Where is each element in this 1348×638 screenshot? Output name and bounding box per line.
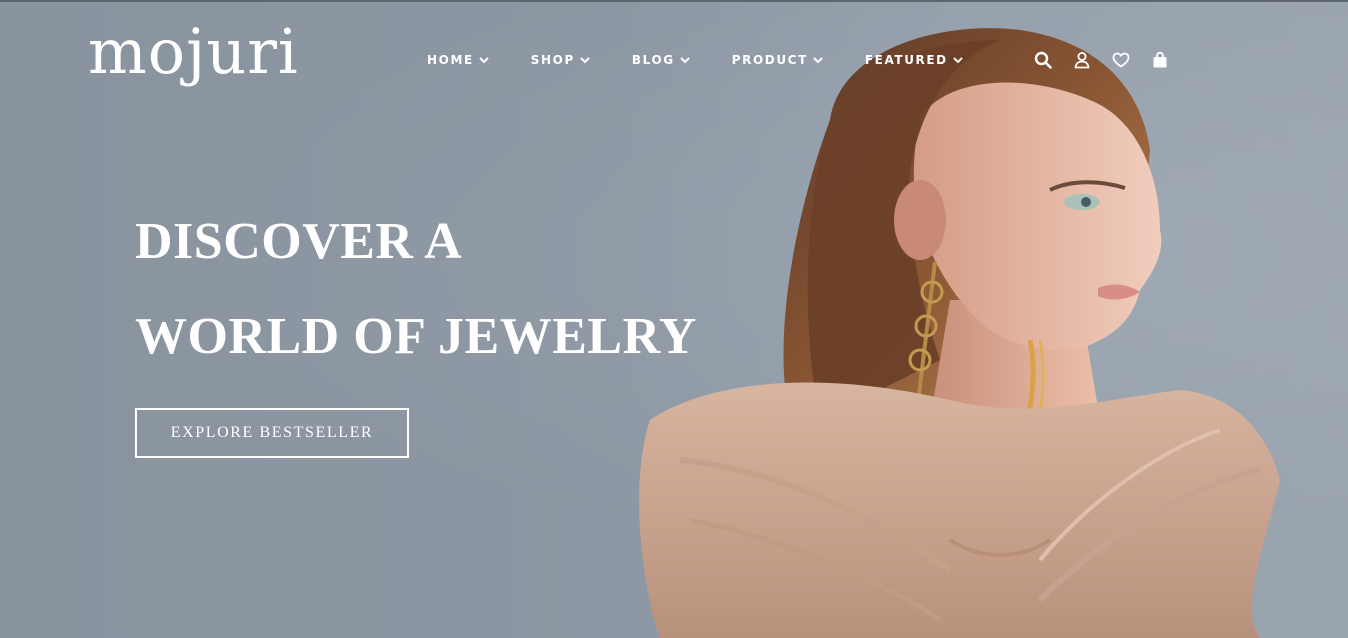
nav-item-featured[interactable]: FEATURED [865, 50, 964, 70]
heart-icon[interactable] [1112, 51, 1130, 69]
chevron-down-icon [812, 54, 824, 66]
nav-item-shop[interactable]: SHOP [531, 50, 591, 70]
nav-item-home[interactable]: HOME [427, 50, 490, 70]
nav-item-label: PRODUCT [731, 53, 808, 67]
nav-item-label: BLOG [631, 53, 675, 67]
nav-item-label: SHOP [530, 53, 575, 67]
header-icons [1034, 51, 1190, 69]
hero-headline-line2: WORLD OF JEWELRY [135, 308, 697, 365]
main-nav: HOME SHOP BLOG PRODUCT FEATURED [427, 50, 1005, 70]
hero-headline-line1: DISCOVER A [135, 213, 463, 270]
chevron-down-icon [679, 54, 691, 66]
model-photo [620, 0, 1348, 638]
nav-item-blog[interactable]: BLOG [632, 50, 691, 70]
nav-item-label: HOME [427, 53, 474, 67]
hero-banner: mojuri HOME SHOP BLOG PRODUCT FEATURED D… [0, 0, 1348, 638]
shopping-bag-icon[interactable] [1151, 51, 1169, 69]
brand-logo[interactable]: mojuri [88, 12, 299, 92]
search-icon[interactable] [1034, 51, 1052, 69]
nav-item-product[interactable]: PRODUCT [732, 50, 824, 70]
model-illustration [639, 28, 1280, 638]
chevron-down-icon [952, 54, 964, 66]
explore-bestseller-button[interactable]: EXPLORE BESTSELLER [135, 408, 409, 458]
chevron-down-icon [478, 54, 490, 66]
user-icon[interactable] [1073, 51, 1091, 69]
nav-item-label: FEATURED [864, 53, 948, 67]
chevron-down-icon [579, 54, 591, 66]
